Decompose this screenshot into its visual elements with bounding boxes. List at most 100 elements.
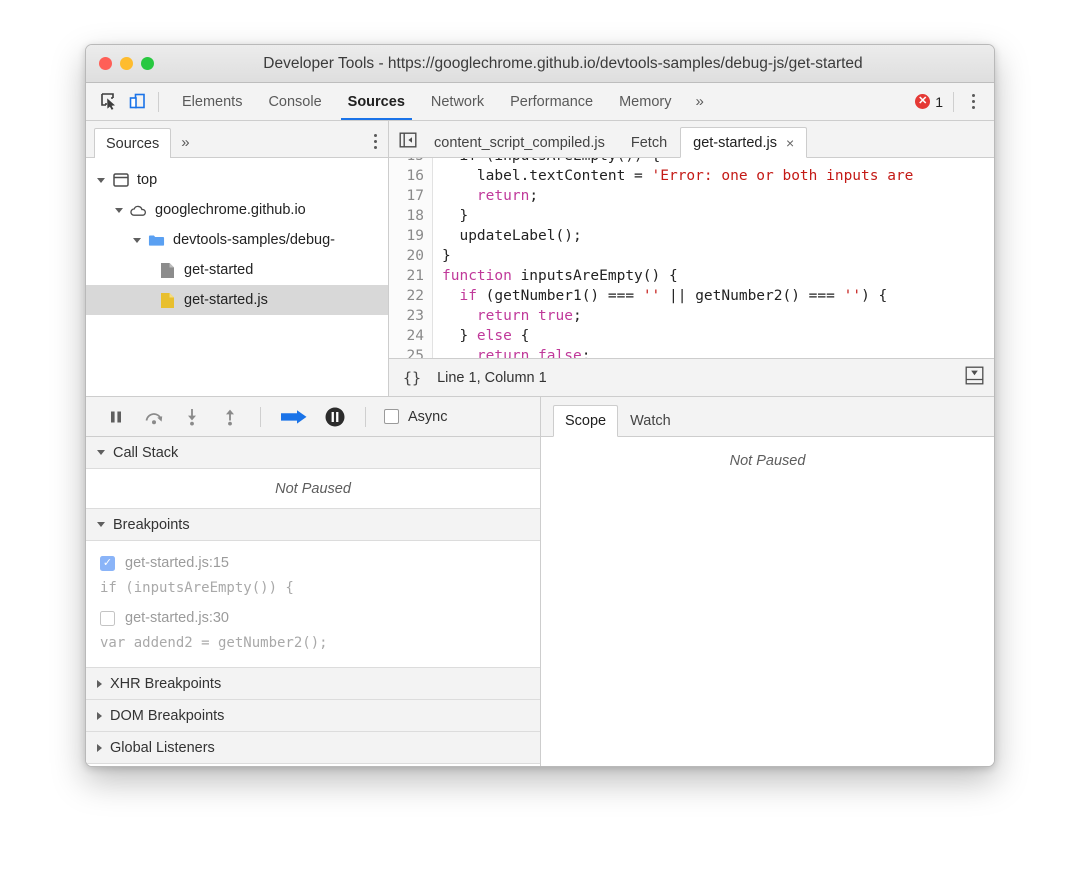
show-drawer-icon[interactable] <box>965 366 984 389</box>
tree-item-get-started-js[interactable]: get-started.js <box>86 285 388 315</box>
zoom-window-button[interactable] <box>141 57 154 70</box>
editor-tab-get-started-js[interactable]: get-started.js × <box>680 127 808 158</box>
tree-item-get-started-js-label: get-started.js <box>184 292 268 308</box>
line-number: 20 <box>389 246 433 266</box>
tree-item-get-started[interactable]: get-started <box>86 255 388 285</box>
minimize-window-button[interactable] <box>120 57 133 70</box>
pause-icon[interactable] <box>104 405 128 429</box>
traffic-lights <box>99 57 154 70</box>
close-icon[interactable]: × <box>786 135 794 151</box>
code-token: label.textContent = <box>442 168 652 184</box>
chevron-down-icon[interactable] <box>133 237 141 243</box>
code-token: return <box>476 188 530 204</box>
tab-elements[interactable]: Elements <box>169 83 255 120</box>
tree-item-top-label: top <box>137 172 158 188</box>
async-label: Async <box>408 408 448 425</box>
chevron-down-icon[interactable] <box>97 177 105 183</box>
section-global-listeners[interactable]: Global Listeners <box>86 732 540 764</box>
navigator-tab-bar: Sources » <box>86 121 388 158</box>
code-token: else <box>476 328 512 344</box>
breakpoint-location: get-started.js:15 <box>125 555 229 571</box>
code-token: '' <box>642 288 661 304</box>
section-call-stack[interactable]: Call Stack <box>86 437 540 469</box>
code-line: 18 } <box>389 206 994 226</box>
tab-network[interactable]: Network <box>418 83 497 120</box>
line-content: return true; <box>433 306 582 326</box>
chevron-down-icon[interactable] <box>97 522 105 527</box>
kebab-menu-icon[interactable] <box>960 89 986 115</box>
chevron-down-icon[interactable] <box>97 450 105 455</box>
pretty-print-button[interactable]: {} <box>403 369 421 387</box>
editor-tab-fetch[interactable]: Fetch <box>618 127 680 158</box>
code-token: if <box>459 288 477 304</box>
code-line: 19 updateLabel(); <box>389 226 994 246</box>
tab-performance[interactable]: Performance <box>497 83 606 120</box>
tree-item-domain[interactable]: googlechrome.github.io <box>86 195 388 225</box>
step-arrow-icon[interactable] <box>279 405 309 429</box>
tree-item-folder[interactable]: devtools-samples/debug- <box>86 225 388 255</box>
code-line: 15 if (inputsAreEmpty()) { <box>389 158 994 166</box>
tab-scope-label: Scope <box>565 413 607 429</box>
code-token: { <box>511 328 530 344</box>
tab-memory[interactable]: Memory <box>606 83 684 120</box>
code-viewer[interactable]: 15 if (inputsAreEmpty()) { 16 label.text… <box>389 158 994 358</box>
folder-icon <box>148 232 165 249</box>
tab-watch-label: Watch <box>630 413 671 429</box>
line-content: return; <box>433 186 538 206</box>
line-content: } else { <box>433 326 529 346</box>
editor-pane: content_script_compiled.js Fetch get-sta… <box>389 121 994 396</box>
editor-tab-bar: content_script_compiled.js Fetch get-sta… <box>389 121 994 158</box>
scope-empty-message: Not Paused <box>729 453 806 469</box>
sources-upper-area: Sources » top googlechrome.github.io dev… <box>86 121 994 397</box>
step-out-icon[interactable] <box>218 405 242 429</box>
navigator-more-chevron-icon[interactable]: » <box>171 127 199 157</box>
device-toolbar-icon[interactable] <box>124 89 150 115</box>
frame-icon <box>112 172 129 189</box>
navigator-kebab-menu-icon[interactable] <box>362 128 388 154</box>
breakpoint-item[interactable]: ✓ get-started.js:15 if (inputsAreEmpty()… <box>86 551 540 606</box>
close-window-button[interactable] <box>99 57 112 70</box>
breakpoint-code: var addend2 = getNumber2(); <box>100 635 328 651</box>
chevron-right-icon[interactable] <box>97 743 102 752</box>
panel-tab-list: Elements Console Sources Network Perform… <box>169 83 715 120</box>
breakpoint-checkbox[interactable]: ✓ <box>100 555 115 571</box>
tab-sources[interactable]: Sources <box>335 83 418 120</box>
chevron-down-icon[interactable] <box>115 207 123 213</box>
editor-tab-fetch-label: Fetch <box>630 134 668 151</box>
tree-item-top[interactable]: top <box>86 165 388 195</box>
async-checkbox[interactable]: Async <box>384 409 448 425</box>
step-into-icon[interactable] <box>180 405 204 429</box>
breakpoint-item[interactable]: get-started.js:30 var addend2 = getNumbe… <box>86 606 540 661</box>
section-breakpoints[interactable]: Breakpoints <box>86 509 540 541</box>
chevron-right-icon[interactable] <box>97 711 102 720</box>
error-count-badge[interactable]: ✕ 1 <box>915 94 953 110</box>
tab-console[interactable]: Console <box>255 83 334 120</box>
editor-tab-content-script-label: content_script_compiled.js <box>434 134 605 151</box>
file-tree: top googlechrome.github.io devtools-samp… <box>86 158 388 396</box>
tab-scope[interactable]: Scope <box>553 405 619 437</box>
line-content: function inputsAreEmpty() { <box>433 266 678 286</box>
breakpoint-checkbox[interactable] <box>100 610 115 626</box>
chevron-right-icon[interactable] <box>97 679 102 688</box>
breakpoint-header: get-started.js:30 <box>86 606 540 630</box>
editor-tab-content-script[interactable]: content_script_compiled.js <box>421 127 618 158</box>
navigator-tab-sources[interactable]: Sources <box>94 128 172 158</box>
code-token: (getNumber1() === <box>476 288 643 304</box>
show-navigator-icon[interactable] <box>395 125 421 155</box>
navigator-more-label: » <box>181 133 190 151</box>
code-line: 25 return false; <box>389 346 994 358</box>
deactivate-breakpoints-icon[interactable] <box>323 405 347 429</box>
tab-watch[interactable]: Watch <box>618 405 683 437</box>
more-panels-chevron-icon[interactable]: » <box>684 83 714 120</box>
check-icon: ✓ <box>102 556 113 569</box>
step-over-icon[interactable] <box>142 405 166 429</box>
section-xhr-breakpoints[interactable]: XHR Breakpoints <box>86 668 540 700</box>
line-number: 24 <box>389 326 433 346</box>
breakpoint-code: if (inputsAreEmpty()) { <box>100 580 294 596</box>
inspect-element-icon[interactable] <box>96 89 122 115</box>
async-checkbox-box[interactable] <box>384 409 399 424</box>
code-token: inputsAreEmpty() { <box>511 268 678 284</box>
section-dom-breakpoints[interactable]: DOM Breakpoints <box>86 700 540 732</box>
section-xhr-breakpoints-label: XHR Breakpoints <box>110 675 222 692</box>
